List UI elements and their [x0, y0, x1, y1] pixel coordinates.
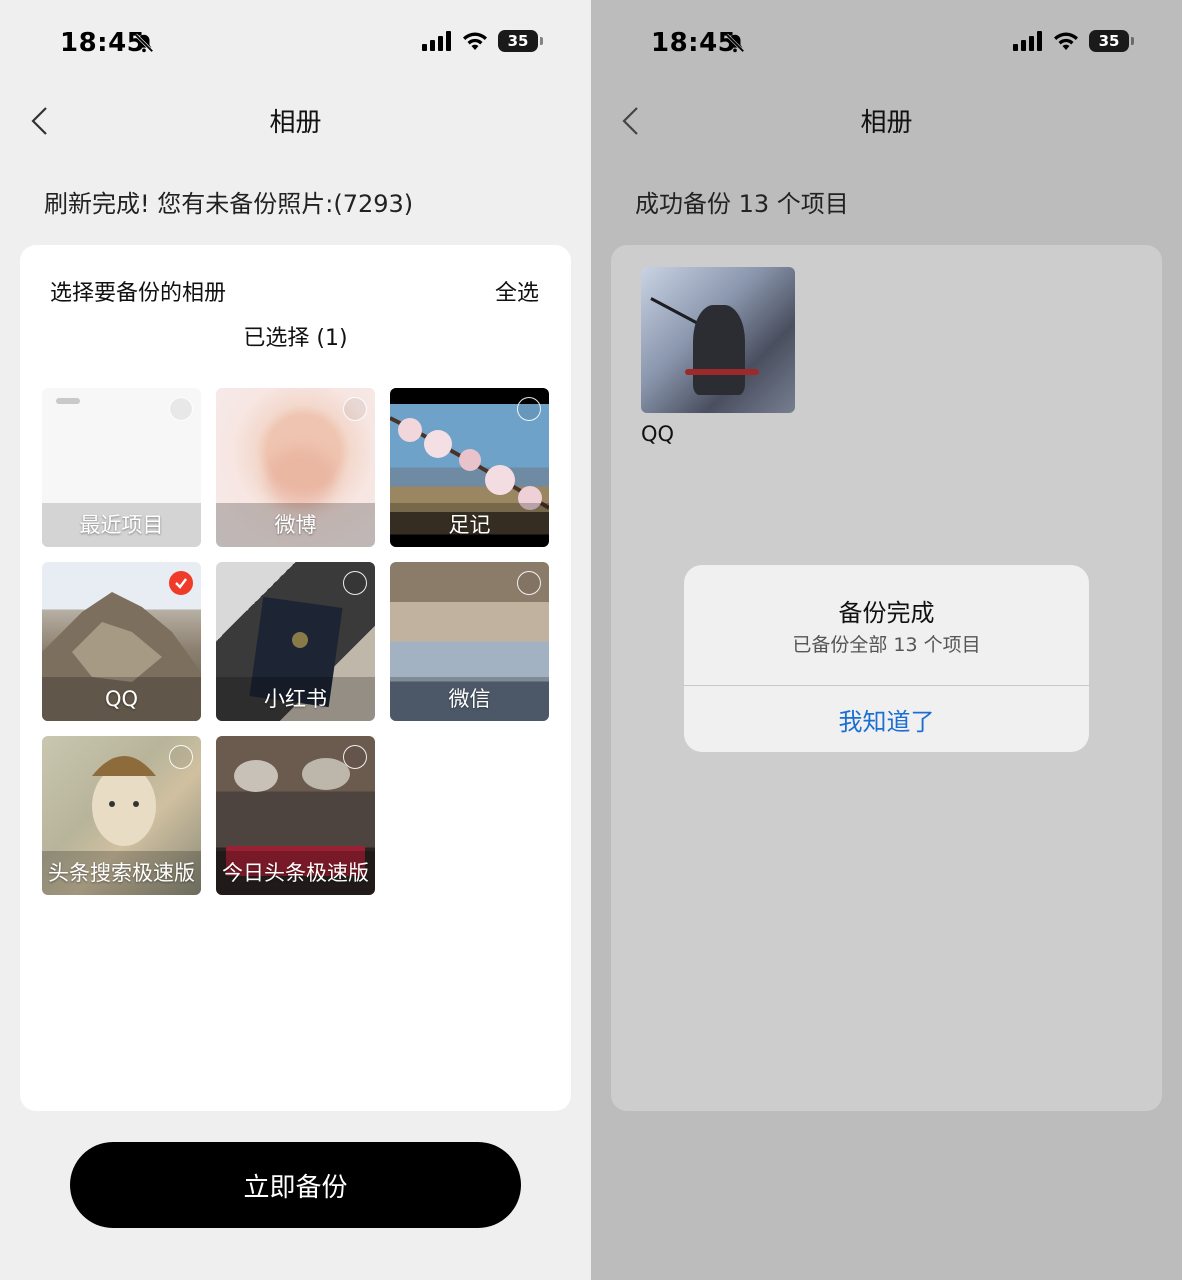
backup-now-button[interactable]: 立即备份	[70, 1142, 521, 1228]
wifi-icon	[463, 32, 487, 50]
album-tile-wechat[interactable]: 微信	[390, 562, 549, 721]
album-label: 足记	[390, 503, 549, 547]
album-name: QQ	[641, 422, 675, 446]
album-label: 最近项目	[42, 503, 201, 547]
select-radio[interactable]	[169, 745, 193, 769]
page-title: 相册	[269, 108, 322, 138]
album-tile-qq[interactable]: QQ	[42, 562, 201, 721]
bell-muted-icon	[134, 33, 154, 53]
select-radio[interactable]	[517, 397, 541, 421]
select-radio[interactable]	[169, 397, 193, 421]
status-indicators: 35	[1013, 30, 1134, 52]
card-heading: 选择要备份的相册	[50, 281, 227, 306]
thumbnail-decoration	[266, 448, 336, 508]
thumbnail-decoration	[685, 369, 759, 375]
album-tile-xiaohongshu[interactable]: 小红书	[216, 562, 375, 721]
bell-muted-icon	[725, 33, 745, 53]
signal-icon	[1013, 31, 1042, 51]
wifi-icon	[1054, 32, 1078, 50]
album-label: 微信	[390, 677, 549, 721]
got-it-button[interactable]: 我知道了	[684, 686, 1089, 752]
album-tile-toutiao-search[interactable]: 头条搜索极速版	[42, 736, 201, 895]
album-tile-toutiao-lite[interactable]: 今日头条极速版	[216, 736, 375, 895]
signal-icon	[422, 31, 451, 51]
album-label: 头条搜索极速版	[42, 851, 201, 895]
thumbnail-decoration	[693, 305, 745, 395]
album-tile-zuji[interactable]: 足记	[390, 388, 549, 547]
refresh-notice: 刷新完成! 您有未备份照片:(7293)	[44, 190, 414, 218]
backup-complete-dialog: 备份完成 已备份全部 13 个项目 我知道了	[684, 565, 1089, 752]
select-radio[interactable]	[343, 571, 367, 595]
right-screen: 18:45 35 相册 成功备份 13 个项目 QQ 备份完成 已备份全部 13…	[591, 0, 1182, 1280]
album-label: 今日头条极速版	[216, 851, 375, 895]
album-grid: 最近项目 微博 足记 QQ 小红书 微信 头条搜索极速版 今日头条极速版	[42, 388, 550, 895]
thumbnail-decoration	[56, 398, 80, 404]
select-radio[interactable]	[343, 397, 367, 421]
album-label: 小红书	[216, 677, 375, 721]
selected-count: 已选择 (1)	[243, 326, 348, 351]
backup-success-notice: 成功备份 13 个项目	[635, 190, 849, 218]
album-thumbnail[interactable]	[641, 267, 795, 413]
select-radio[interactable]	[517, 571, 541, 595]
status-indicators: 35	[422, 30, 543, 52]
album-label: 微博	[216, 503, 375, 547]
dialog-title: 备份完成	[838, 599, 935, 627]
dialog-message: 已备份全部 13 个项目	[792, 634, 981, 656]
left-screen: 18:45 35 相册 刷新完成! 您有未备份照片:(7293) 选择要备份的相…	[0, 0, 591, 1280]
page-title: 相册	[860, 108, 913, 138]
select-radio-checked[interactable]	[169, 571, 193, 595]
battery-indicator: 35	[498, 30, 543, 52]
check-icon	[175, 578, 187, 589]
select-all-button[interactable]: 全选	[495, 275, 539, 307]
album-label: QQ	[42, 677, 201, 721]
album-select-card: 选择要备份的相册 全选 已选择 (1) 最近项目 微博 足记 QQ 小红书 微信…	[20, 245, 571, 1111]
battery-indicator: 35	[1089, 30, 1134, 52]
album-tile-recent[interactable]: 最近项目	[42, 388, 201, 547]
album-tile-weibo[interactable]: 微博	[216, 388, 375, 547]
select-radio[interactable]	[343, 745, 367, 769]
